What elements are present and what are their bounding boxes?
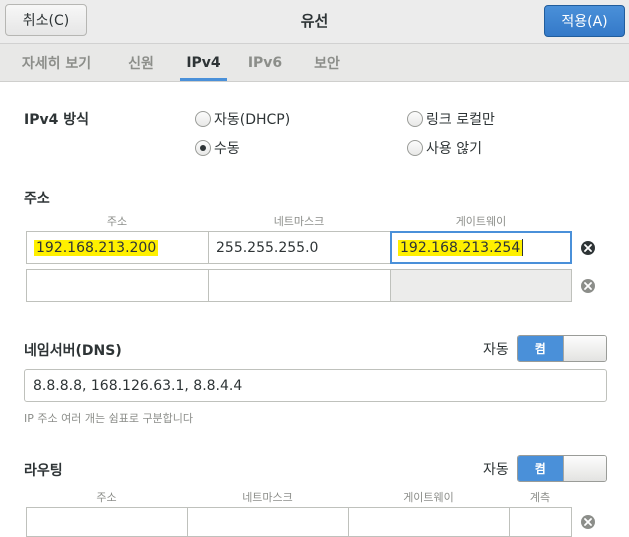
route-address-field[interactable] (26, 507, 188, 537)
radio-auto-dhcp[interactable]: 자동(DHCP) (195, 109, 290, 129)
dns-auto-toggle[interactable]: 자동 켬 (483, 335, 607, 362)
remove-empty-address-button[interactable] (571, 269, 605, 302)
radio-link-local-label: 링크 로컬만 (426, 112, 495, 128)
addresses-section-label: 주소 (24, 191, 50, 207)
switch-on-label: 켬 (517, 336, 563, 361)
radio-button-icon (407, 140, 423, 156)
ipv4-method-label: IPv4 방식 (24, 112, 89, 128)
switch-knob[interactable] (562, 456, 606, 481)
route-col-header-address: 주소 (96, 491, 117, 504)
dns-hint: IP 주소 여러 개는 쉼표로 구분합니다 (24, 412, 194, 425)
remove-address-button[interactable] (571, 231, 605, 264)
dns-auto-switch[interactable]: 켬 (516, 335, 607, 362)
route-col-header-gateway: 게이트웨이 (403, 491, 454, 504)
radio-manual-label: 수동 (214, 141, 240, 157)
route-netmask-field[interactable] (187, 507, 349, 537)
radio-auto-dhcp-label: 자동(DHCP) (214, 112, 291, 128)
col-header-address: 주소 (106, 215, 128, 228)
tab-bar: 자세히 보기 신원 IPv4 IPv6 보안 (0, 44, 629, 82)
address-value: 192.168.213.200 (34, 239, 159, 256)
clear-icon (581, 278, 595, 293)
route-col-header-metric: 계측 (529, 491, 551, 504)
remove-route-button[interactable] (571, 507, 605, 537)
netmask-field[interactable]: 255.255.255.0 (208, 231, 391, 264)
radio-disabled[interactable]: 사용 않기 (407, 138, 482, 158)
netmask-value: 255.255.255.0 (216, 239, 319, 256)
text-cursor (522, 239, 524, 256)
routing-auto-label: 자동 (483, 461, 509, 478)
radio-disabled-label: 사용 않기 (426, 141, 482, 157)
dialog-title: 유선 (300, 12, 329, 30)
dns-auto-label: 자동 (483, 341, 509, 358)
radio-manual[interactable]: 수동 (195, 138, 240, 158)
dns-servers-value: 8.8.8.8, 168.126.63.1, 8.8.4.4 (33, 377, 243, 394)
routing-auto-toggle[interactable]: 자동 켬 (483, 455, 607, 482)
tab-security[interactable]: 보안 (304, 44, 350, 82)
radio-link-local[interactable]: 링크 로컬만 (407, 109, 495, 129)
clear-icon (581, 240, 595, 255)
tab-identity[interactable]: 신원 (118, 44, 164, 82)
netmask-field-empty[interactable] (208, 269, 391, 302)
radio-button-icon (407, 111, 423, 127)
radio-button-checked-icon (195, 140, 211, 156)
route-gateway-field[interactable] (348, 507, 510, 537)
gateway-field[interactable]: 192.168.213.254 (390, 231, 572, 264)
switch-on-label: 켬 (517, 456, 563, 481)
switch-knob[interactable] (562, 336, 606, 361)
routing-section-label: 라우팅 (24, 463, 63, 479)
tab-details[interactable]: 자세히 보기 (10, 44, 103, 82)
route-metric-field[interactable] (509, 507, 572, 537)
col-header-gateway: 게이트웨이 (455, 215, 507, 228)
col-header-netmask: 네트마스크 (273, 215, 325, 228)
tab-ipv4[interactable]: IPv4 (176, 44, 231, 82)
dns-section-label: 네임서버(DNS) (24, 343, 122, 359)
clear-icon (581, 515, 595, 529)
address-field-empty[interactable] (26, 269, 209, 302)
address-field[interactable]: 192.168.213.200 (26, 231, 209, 264)
radio-button-icon (195, 111, 211, 127)
gateway-field-empty[interactable] (390, 269, 572, 302)
dns-servers-input[interactable]: 8.8.8.8, 168.126.63.1, 8.8.4.4 (24, 369, 607, 402)
gateway-value: 192.168.213.254 (398, 239, 523, 256)
routing-auto-switch[interactable]: 켬 (516, 455, 607, 482)
tab-ipv6[interactable]: IPv6 (243, 44, 287, 82)
apply-button[interactable]: 적용(A) (544, 5, 625, 37)
route-col-header-netmask: 네트마스크 (242, 491, 293, 504)
